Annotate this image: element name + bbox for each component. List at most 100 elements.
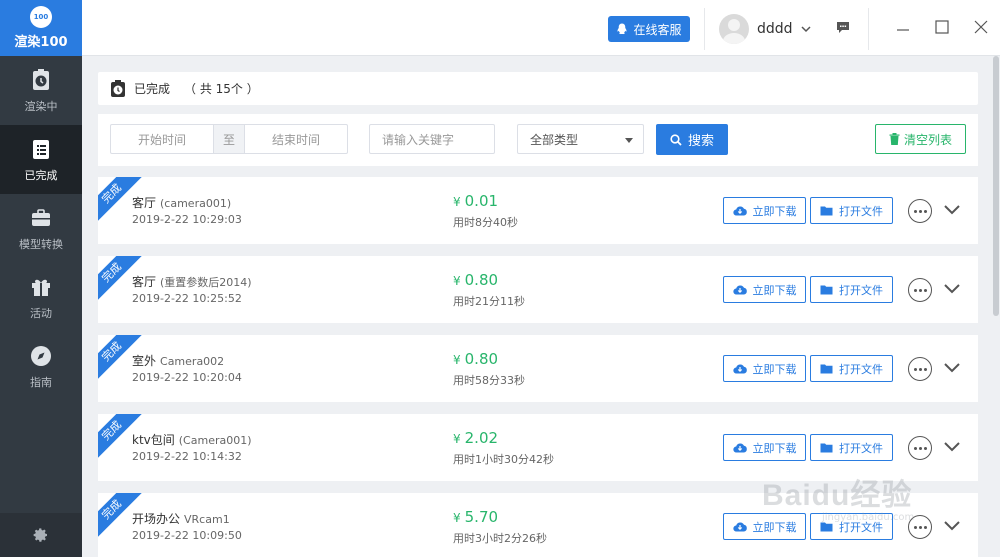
task-row: 完成 客厅 (camera001) 2019-2-22 10:29:03 ¥0.0…: [98, 177, 978, 244]
chevron-down-icon[interactable]: [943, 204, 961, 216]
folder-icon: [820, 443, 833, 453]
divider: [868, 8, 869, 50]
sidebar-item-model-convert[interactable]: 模型转换: [0, 194, 82, 263]
scrollbar-thumb[interactable]: [993, 56, 999, 316]
caret-down-icon: [625, 138, 633, 143]
task-duration: 用时3小时2分26秒: [453, 532, 547, 545]
logo-text: 渲染100: [14, 35, 68, 50]
task-date: 2019-2-22 10:29:03: [132, 213, 242, 226]
task-name: 开场办公 VRcam1: [132, 510, 230, 527]
more-options-button[interactable]: [908, 515, 932, 539]
task-title: 客厅: [132, 196, 157, 210]
download-button[interactable]: 立即下载: [723, 434, 806, 461]
chevron-down-icon[interactable]: [943, 283, 961, 295]
chevron-down-icon[interactable]: [943, 362, 961, 374]
price-value: 5.70: [464, 508, 499, 526]
keyword-search-input[interactable]: 请输入关键字: [369, 124, 495, 154]
download-label: 立即下载: [752, 204, 797, 218]
logo-mark: 100: [30, 6, 52, 28]
chevron-down-icon[interactable]: [943, 441, 961, 453]
online-service-button[interactable]: 在线客服: [608, 16, 690, 42]
cloud-download-icon: [732, 206, 747, 216]
date-range-picker: 开始时间 至 结束时间: [110, 124, 348, 154]
open-file-button[interactable]: 打开文件: [810, 276, 893, 303]
briefcase-icon: [32, 208, 50, 226]
task-price: ¥0.80: [453, 271, 498, 289]
task-date: 2019-2-22 10:25:52: [132, 292, 242, 305]
avatar: [719, 14, 749, 44]
download-label: 立即下载: [752, 362, 797, 376]
price-value: 0.01: [464, 192, 499, 210]
sidebar-item-label: 活动: [30, 306, 52, 320]
open-file-button[interactable]: 打开文件: [810, 513, 893, 540]
download-button[interactable]: 立即下载: [723, 276, 806, 303]
divider: [704, 8, 705, 50]
download-button[interactable]: 立即下载: [723, 197, 806, 224]
folder-icon: [820, 522, 833, 532]
task-duration: 用时21分11秒: [453, 295, 525, 308]
task-date: 2019-2-22 10:20:04: [132, 371, 242, 384]
sidebar-item-rendering[interactable]: 渲染中: [0, 56, 82, 125]
more-options-button[interactable]: [908, 357, 932, 381]
task-camera: Camera002: [160, 355, 225, 368]
compass-icon: [31, 345, 51, 366]
folder-icon: [820, 285, 833, 295]
task-title: 客厅: [132, 275, 157, 289]
sidebar-item-label: 已完成: [24, 168, 58, 182]
open-file-button[interactable]: 打开文件: [810, 197, 893, 224]
cloud-download-icon: [732, 285, 747, 295]
cloud-download-icon: [732, 443, 747, 453]
settings-button[interactable]: [0, 513, 82, 557]
message-icon: [837, 22, 849, 33]
download-button[interactable]: 立即下载: [723, 355, 806, 382]
task-camera: VRcam1: [184, 513, 230, 526]
sidebar-item-completed[interactable]: 已完成: [0, 125, 82, 194]
clock-icon: [33, 68, 49, 90]
sidebar-item-activity[interactable]: 活动: [0, 263, 82, 332]
task-camera: (重置参数后2014): [160, 276, 252, 289]
maximize-button[interactable]: [933, 18, 951, 36]
gift-icon: [32, 279, 50, 296]
scrollbar[interactable]: [992, 56, 1000, 557]
sidebar-item-guide[interactable]: 指南: [0, 332, 82, 401]
open-file-label: 打开文件: [839, 204, 883, 218]
trash-icon: [889, 133, 900, 145]
price-value: 2.02: [464, 429, 499, 447]
task-row: 完成 ktv包间 (Camera001) 2019-2-22 10:14:32 ¥…: [98, 414, 978, 481]
user-menu[interactable]: dddd: [719, 14, 811, 44]
folder-icon: [820, 364, 833, 374]
page-title: 已完成: [134, 82, 171, 96]
filter-bar: 开始时间 至 结束时间 请输入关键字 全部类型 搜索 清空列表: [98, 114, 978, 166]
close-icon: [974, 20, 988, 34]
open-file-button[interactable]: 打开文件: [810, 355, 893, 382]
task-camera: (camera001): [160, 197, 232, 210]
end-time-input[interactable]: 结束时间: [245, 125, 347, 153]
search-button-label: 搜索: [687, 134, 714, 149]
task-name: 客厅 (camera001): [132, 194, 231, 211]
download-button[interactable]: 立即下载: [723, 513, 806, 540]
sidebar-item-label: 指南: [30, 375, 52, 389]
search-button[interactable]: 搜索: [656, 124, 728, 155]
more-options-button[interactable]: [908, 278, 932, 302]
type-select[interactable]: 全部类型: [517, 124, 644, 154]
currency-symbol: ¥: [453, 195, 461, 209]
online-service-label: 在线客服: [633, 22, 682, 37]
task-list: 完成 客厅 (camera001) 2019-2-22 10:29:03 ¥0.0…: [98, 177, 978, 557]
message-button[interactable]: [836, 21, 850, 37]
open-file-label: 打开文件: [839, 362, 883, 376]
more-options-button[interactable]: [908, 436, 932, 460]
task-date: 2019-2-22 10:14:32: [132, 450, 242, 463]
minimize-button[interactable]: [894, 18, 912, 36]
currency-symbol: ¥: [453, 353, 461, 367]
open-file-button[interactable]: 打开文件: [810, 434, 893, 461]
task-price: ¥0.01: [453, 192, 498, 210]
close-button[interactable]: [972, 18, 990, 36]
download-label: 立即下载: [752, 283, 797, 297]
start-time-input[interactable]: 开始时间: [111, 125, 213, 153]
more-options-button[interactable]: [908, 199, 932, 223]
price-value: 0.80: [464, 350, 499, 368]
clear-list-button[interactable]: 清空列表: [875, 124, 966, 154]
chevron-down-icon[interactable]: [943, 520, 961, 532]
minimize-icon: [897, 29, 909, 31]
task-title: 开场办公: [132, 512, 181, 526]
